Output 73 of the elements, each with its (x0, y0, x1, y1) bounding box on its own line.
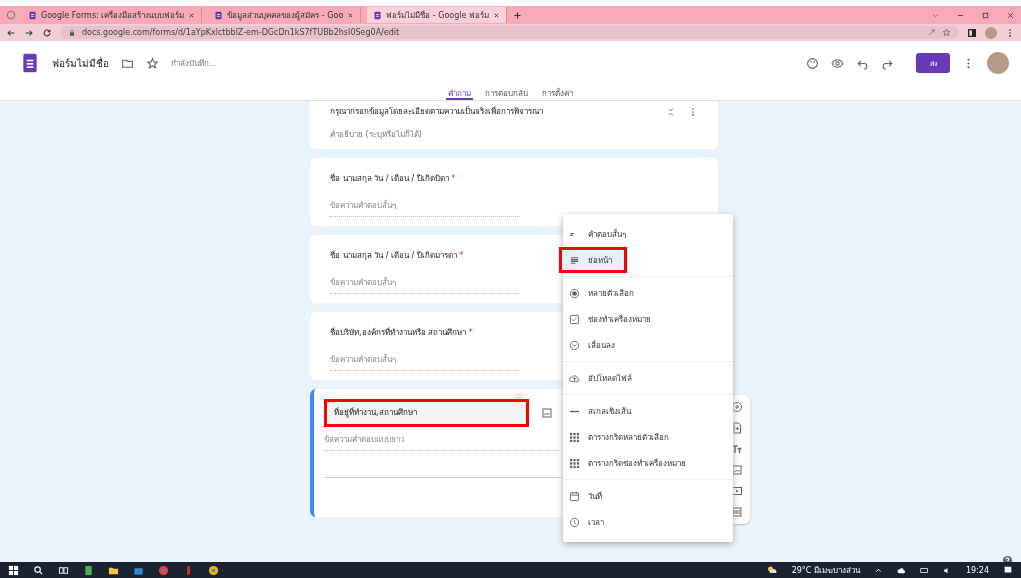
star-icon[interactable] (942, 28, 951, 37)
close-icon[interactable] (188, 11, 196, 19)
clock-icon (569, 516, 580, 528)
maximize-icon[interactable] (981, 10, 990, 20)
browser-tab[interactable]: ฟอร์มไม่มีชื่อ - Google ฟอร์ม (367, 7, 507, 23)
form-icon[interactable] (20, 52, 40, 74)
cloud-upload-icon (569, 372, 580, 384)
drag-handle-icon[interactable] (514, 391, 524, 401)
task-view-icon[interactable] (58, 564, 69, 576)
calendar-icon (569, 490, 580, 502)
save-status: กำลังบันทึก... (171, 57, 217, 70)
question-title: ชื่อ นามสกุล วัน / เดือน / ปีเกิดมารดา * (330, 249, 464, 262)
image-icon[interactable] (731, 464, 743, 476)
question-card[interactable]: ชื่อ นามสกุล วัน / เดือน / ปีเกิดบิดา * ข้อความคำตอบสั้นๆ (310, 158, 718, 226)
radio-button-icon (569, 287, 580, 299)
address-field[interactable]: docs.google.com/forms/d/1aYpKxlctbblZ-em-DGcDn1kS7fTUBb2hsI0Seg0A/edit (60, 26, 959, 39)
question-title: ชื่อบริษัท,องค์กรที่ทำงานหรือ สถานศึกษา * (330, 326, 473, 339)
weather-icon (765, 564, 778, 576)
form-icon (214, 10, 224, 20)
text-icon[interactable] (731, 443, 743, 455)
lock-icon (68, 28, 76, 37)
form-icon (373, 10, 383, 20)
tab-title: ฟอร์มไม่มีชื่อ - Google ฟอร์ม (386, 9, 489, 22)
browser-tab[interactable]: Google Forms: เครื่องมือสร้างแบบฟอร์ม (22, 7, 203, 23)
close-icon[interactable] (1006, 10, 1015, 20)
description-text[interactable]: คำอธิบาย (ระบุหรือไม่ก็ได้) (330, 128, 422, 141)
browser-icon[interactable] (158, 564, 169, 576)
form-icon (28, 10, 37, 20)
close-icon[interactable] (347, 11, 355, 19)
eye-icon[interactable] (831, 56, 844, 70)
video-icon[interactable] (731, 485, 743, 497)
forward-arrow-icon[interactable] (24, 27, 34, 38)
form-tab[interactable]: การตอบกลับ (483, 85, 530, 100)
cloud-icon[interactable] (896, 565, 906, 575)
grid-icon (569, 431, 580, 443)
form-description-title[interactable]: กรุณากรอกข้อมูลโดยละเอียดตามความเป็นจริงเพื่อการพิจารณา (330, 105, 654, 118)
paragraph-icon (569, 254, 580, 266)
back-arrow-icon[interactable] (6, 27, 16, 38)
menu-item[interactable]: ย่อหน้า (559, 247, 627, 273)
section-icon[interactable] (731, 506, 743, 518)
image-icon[interactable] (541, 407, 553, 419)
sidebar-icon[interactable] (967, 27, 977, 38)
plus-icon[interactable] (513, 10, 522, 20)
star-icon[interactable] (146, 56, 159, 70)
tab-title: Google Forms: เครื่องมือสร้างแบบฟอร์ม (41, 9, 185, 22)
reload-icon[interactable] (42, 27, 52, 38)
battery-icon[interactable] (919, 565, 929, 575)
clock-text: 19:24 (965, 565, 989, 575)
windows-icon[interactable] (8, 564, 19, 576)
url-text: docs.google.com/forms/d/1aYpKxlctbblZ-em-DGcDn1kS7fTUBb2hsI0Seg0A/edit (82, 28, 400, 37)
tab-title: ข้อมูลส่วนบุคคลของผู้สมัคร - Goo (227, 9, 344, 22)
answer-line: ข้อความคำตอบสั้นๆ (330, 199, 520, 217)
weather-text: 29°C มีเมฆบางส่วน (791, 564, 860, 577)
form-title[interactable]: ฟอร์มไม่มีชื่อ (52, 55, 109, 71)
question-title: ที่อยู่ที่ทำงาน,สถานศึกษา (334, 406, 417, 419)
import-icon[interactable] (731, 422, 743, 434)
browser-icon[interactable] (208, 564, 219, 576)
share-icon[interactable] (927, 28, 936, 37)
answer-line: ข้อความคำตอบสั้นๆ (330, 353, 520, 371)
checkbox-icon (569, 313, 580, 325)
profile-avatar[interactable] (987, 52, 1009, 74)
dropdown-icon (569, 339, 580, 351)
search-icon[interactable] (33, 564, 44, 576)
add-circle-icon[interactable] (731, 401, 743, 413)
answer-line: ข้อความคำตอบสั้นๆ (330, 276, 520, 294)
browser-tab[interactable]: ข้อมูลส่วนบุคคลของผู้สมัคร - Goo (208, 7, 362, 23)
close-icon[interactable] (493, 11, 500, 19)
question-input[interactable]: ที่อยู่ที่ทำงาน,สถานศึกษา (324, 399, 529, 427)
collapse-icon[interactable] (666, 106, 676, 117)
form-tab[interactable]: การตั้งค่า (540, 85, 575, 100)
question-title: ชื่อ นามสกุล วัน / เดือน / ปีเกิดบิดา * (330, 172, 456, 185)
grid-icon (569, 457, 580, 469)
notification-icon[interactable] (1003, 565, 1013, 575)
